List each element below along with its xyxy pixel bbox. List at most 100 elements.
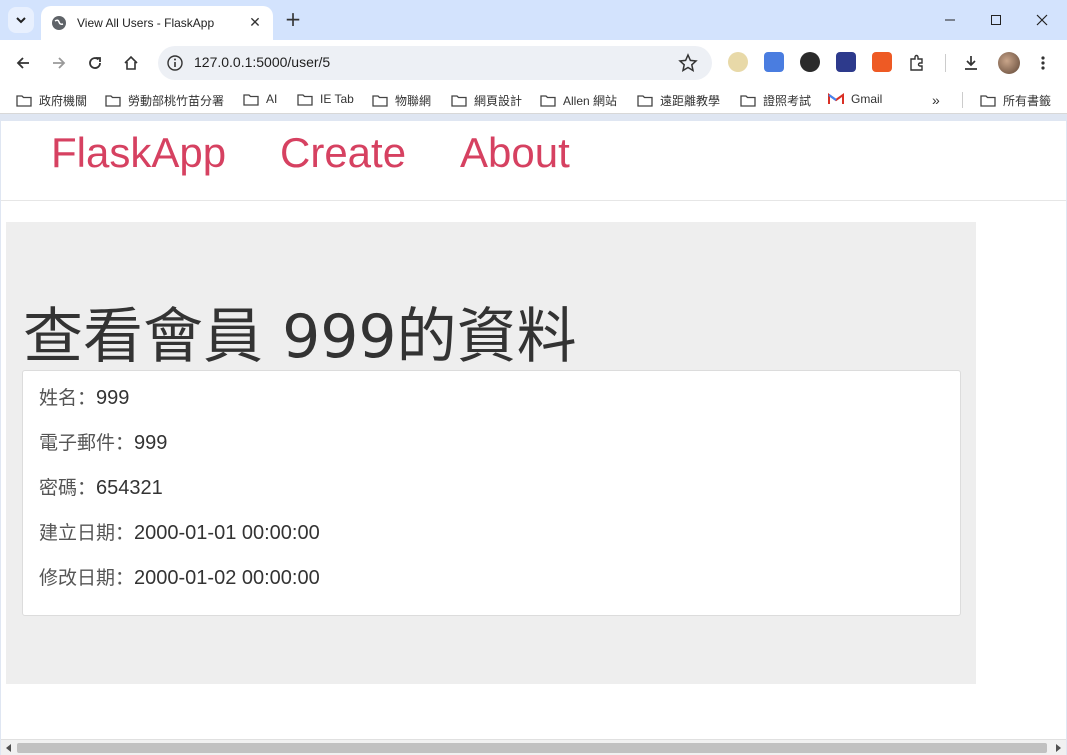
new-tab-button[interactable]: +	[282, 8, 304, 30]
folder-icon	[637, 95, 653, 107]
folder-icon	[16, 95, 32, 107]
field-label: 修改日期：	[39, 567, 135, 589]
site-info-icon[interactable]	[166, 54, 184, 72]
gmail-icon	[828, 93, 844, 104]
arrow-left-icon	[16, 57, 29, 69]
bookmark-folder[interactable]: IE Tab	[297, 92, 354, 106]
browser-tab-active[interactable]: View All Users - FlaskApp ✕	[41, 6, 273, 40]
bookmark-folder[interactable]: AI	[243, 92, 277, 106]
more-bookmarks-button[interactable]: »	[932, 92, 940, 108]
tab-title: View All Users - FlaskApp	[77, 16, 215, 30]
user-info-card: 姓名：999 電子郵件：999 密碼：654321 建立日期：2000-01-0…	[22, 370, 961, 616]
menu-button[interactable]	[1032, 52, 1054, 74]
bookmark-label: 勞動部桃竹苗分署	[128, 94, 225, 108]
extension-1-icon[interactable]	[728, 52, 748, 72]
folder-icon	[105, 95, 121, 107]
bookmark-label: 證照考試	[763, 94, 812, 108]
field-created: 建立日期：2000-01-01 00:00:00	[39, 518, 320, 545]
bookmarks-bar: 政府機關 勞動部桃竹苗分署 AI IE Tab 物聯網 網頁設計 Allen 網…	[0, 86, 1067, 114]
bookmark-folder[interactable]: 物聯網	[372, 92, 431, 109]
scrollbar-thumb[interactable]	[17, 743, 1047, 753]
home-button[interactable]	[120, 52, 142, 74]
bookmark-folder[interactable]: 勞動部桃竹苗分署	[105, 92, 224, 109]
profile-avatar[interactable]	[998, 52, 1020, 74]
nav-brand-link[interactable]: FlaskApp	[51, 129, 226, 177]
back-button[interactable]	[12, 52, 34, 74]
bookmark-folder[interactable]: 證照考試	[740, 92, 811, 109]
folder-icon	[980, 95, 996, 107]
folder-icon	[297, 93, 313, 106]
field-label: 電子郵件：	[39, 432, 135, 454]
folder-icon	[740, 95, 756, 107]
close-window-button[interactable]	[1019, 0, 1065, 40]
reload-button[interactable]	[84, 52, 106, 74]
bookmark-label: AI	[266, 92, 278, 106]
browser-toolbar: 127.0.0.1:5000/user/5	[0, 40, 1067, 86]
bookmark-gmail[interactable]: Gmail	[828, 92, 882, 106]
bookmark-folder[interactable]: 網頁設計	[451, 92, 522, 109]
nav-about-link[interactable]: About	[460, 129, 570, 177]
all-bookmarks-folder[interactable]: 所有書籤	[980, 92, 1051, 109]
scroll-left-icon[interactable]	[4, 743, 14, 753]
bookmark-label: Gmail	[851, 92, 883, 106]
reload-icon	[89, 57, 101, 69]
tab-strip: View All Users - FlaskApp ✕ +	[0, 0, 1067, 40]
folder-icon	[540, 95, 556, 107]
minimize-button[interactable]	[927, 0, 973, 40]
bookmark-label: 政府機關	[39, 94, 88, 108]
more-vert-icon	[1041, 56, 1045, 70]
url-text[interactable]: 127.0.0.1:5000/user/5	[194, 54, 330, 70]
site-navbar: FlaskApp Create About	[1, 121, 1066, 201]
close-icon	[1036, 14, 1048, 26]
maximize-button[interactable]	[973, 0, 1019, 40]
field-password: 密碼：654321	[39, 473, 163, 500]
home-icon	[124, 55, 138, 70]
field-value: 999	[134, 432, 168, 454]
extension-3-icon[interactable]	[800, 52, 820, 72]
folder-icon	[372, 95, 388, 107]
minimize-icon	[945, 19, 955, 21]
field-label: 姓名：	[39, 387, 97, 409]
tab-close-icon[interactable]: ✕	[247, 15, 263, 31]
page-title: 查看會員 999的資料	[23, 302, 577, 372]
scroll-right-icon[interactable]	[1053, 743, 1063, 753]
downloads-button[interactable]	[960, 52, 982, 74]
bookmark-label: 遠距離教學	[660, 94, 721, 108]
bookmark-folder[interactable]: 政府機關	[16, 92, 87, 109]
puzzle-icon	[910, 54, 923, 71]
tab-search-button[interactable]	[8, 7, 34, 33]
chevron-down-icon	[16, 17, 26, 24]
arrow-right-icon	[53, 57, 66, 69]
field-label: 密碼：	[39, 477, 97, 499]
toolbar-divider	[945, 54, 946, 72]
download-icon	[965, 56, 977, 70]
field-value: 999	[96, 387, 130, 409]
maximize-icon	[991, 15, 1001, 25]
bookmark-star-icon[interactable]	[678, 53, 698, 73]
user-detail-panel: 查看會員 999的資料 姓名：999 電子郵件：999 密碼：654321 建立…	[6, 222, 976, 684]
field-value: 654321	[96, 477, 163, 499]
bookmark-label: 網頁設計	[474, 94, 523, 108]
address-bar[interactable]: 127.0.0.1:5000/user/5	[158, 46, 712, 80]
field-email: 電子郵件：999	[39, 428, 167, 455]
field-value: 2000-01-01 00:00:00	[134, 522, 320, 544]
field-name: 姓名：999	[39, 383, 129, 410]
extension-4-icon[interactable]	[836, 52, 856, 72]
horizontal-scrollbar[interactable]	[1, 739, 1066, 755]
folder-icon	[451, 95, 467, 107]
bookmark-label: IE Tab	[320, 92, 354, 106]
bookmark-label: 所有書籤	[1003, 94, 1052, 108]
google-translate-icon[interactable]	[764, 52, 784, 72]
forward-button[interactable]	[48, 52, 70, 74]
bookmark-label: Allen 網站	[563, 94, 618, 108]
bookmark-label: 物聯網	[395, 94, 432, 108]
field-label: 建立日期：	[39, 522, 135, 544]
bookmark-folder[interactable]: 遠距離教學	[637, 92, 720, 109]
field-modified: 修改日期：2000-01-02 00:00:00	[39, 563, 320, 590]
field-value: 2000-01-02 00:00:00	[134, 567, 320, 589]
bookmark-folder[interactable]: Allen 網站	[540, 92, 617, 109]
extension-5-icon[interactable]	[872, 52, 892, 72]
extensions-button[interactable]	[906, 52, 928, 74]
double-chevron-icon: »	[932, 92, 940, 108]
nav-create-link[interactable]: Create	[280, 129, 406, 177]
